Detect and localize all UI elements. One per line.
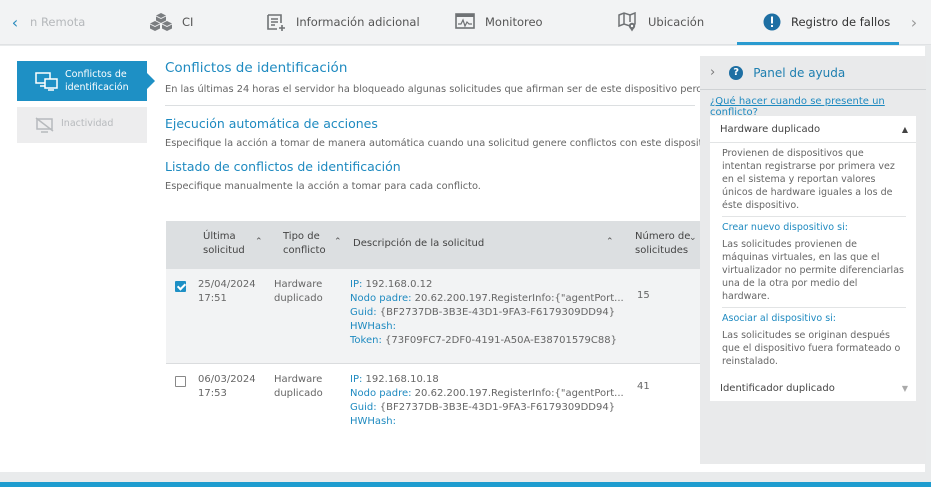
accordion-header[interactable]: Hardware duplicado ▲ <box>710 116 916 142</box>
row-guid: {BF2737DB-3B3E-43D1-9FA3-F6179309DD94} <box>379 402 616 413</box>
sort-up-icon[interactable]: ⌃ <box>606 237 614 247</box>
sort-down-icon[interactable]: ⌄ <box>689 233 697 243</box>
tab-monitoring-label: Monitoreo <box>485 15 543 29</box>
row-type: Hardware duplicado <box>274 279 323 304</box>
col-count[interactable]: Número de solicitudes <box>635 230 691 258</box>
field-label: IP: <box>350 279 363 290</box>
tab-failure-log[interactable]: Registro de fallos <box>763 0 890 44</box>
accordion-identifier-duplicated: Identificador duplicado ▼ <box>710 375 916 401</box>
tab-bar: ‹ n Remota CI Información adicional Moni… <box>0 0 931 45</box>
auto-actions-desc: Especifique la acción a tomar de manera … <box>165 138 720 149</box>
tab-remote-label: n Remota <box>30 15 86 29</box>
row-checkbox[interactable] <box>175 376 186 387</box>
tab-ci-label: CI <box>182 15 194 29</box>
tab-failure-log-label: Registro de fallos <box>791 15 891 29</box>
conflicts-table: Última solicitud ⌃ Tipo de conflicto ⌃ D… <box>166 221 706 429</box>
row-date: 06/03/2024 <box>198 374 256 385</box>
page-title: Conflictos de identificación <box>165 60 348 76</box>
boxes-icon <box>150 13 172 31</box>
help-header: › ? Panel de ayuda <box>700 56 926 90</box>
sidebar: Conflictos de identificación Inactividad <box>17 61 155 143</box>
intro-text: En las últimas 24 horas el servidor ha b… <box>165 84 743 95</box>
accordion-header[interactable]: Identificador duplicado ▼ <box>710 375 916 401</box>
collapse-panel-icon[interactable]: › <box>710 65 715 80</box>
row-count: 15 <box>637 290 650 301</box>
conflict-list-title: Listado de conflictos de identificación <box>165 159 401 174</box>
tabs-scroll-right-icon[interactable]: › <box>903 0 925 44</box>
content-area: Conflictos de identificación En las últi… <box>165 60 743 192</box>
collapse-triangle-icon[interactable]: ▲ <box>902 125 908 134</box>
row-checkbox[interactable] <box>175 281 186 292</box>
monitor-conflict-icon <box>35 71 59 91</box>
row-ip: 192.168.0.12 <box>365 279 433 290</box>
help-panel: › ? Panel de ayuda ¿Qué hacer cuando se … <box>700 56 926 464</box>
field-label: Guid: <box>350 402 377 413</box>
row-type: Hardware duplicado <box>274 374 323 399</box>
map-pin-icon <box>618 12 638 32</box>
auto-actions-title: Ejecución automática de acciones <box>165 116 378 131</box>
field-label: IP: <box>350 374 363 385</box>
tab-additional-info[interactable]: Información adicional <box>266 0 420 44</box>
field-label: Token: <box>350 335 382 346</box>
active-tab-indicator <box>737 42 899 45</box>
help-title: Panel de ayuda <box>753 65 846 80</box>
row-description: IP: 192.168.0.12 Nodo padre: 20.62.200.1… <box>350 278 624 348</box>
expand-triangle-icon[interactable]: ▼ <box>902 384 908 393</box>
row-time: 17:51 <box>198 293 227 304</box>
sidebar-item-identification-conflicts[interactable]: Conflictos de identificación <box>17 61 155 101</box>
tab-location-label: Ubicación <box>648 15 705 29</box>
help-paragraph: Las solicitudes se originan después que … <box>722 330 901 367</box>
row-time: 17:53 <box>198 388 227 399</box>
help-paragraph: Las solicitudes provienen de máquinas vi… <box>722 238 906 308</box>
col-last-request[interactable]: Última solicitud <box>203 230 251 258</box>
field-label: Guid: <box>350 307 377 318</box>
accordion-hardware-duplicated: Hardware duplicado ▲ Provienen de dispos… <box>710 116 916 382</box>
tab-monitoring[interactable]: Monitoreo <box>455 0 543 44</box>
monitor-icon <box>455 13 475 31</box>
sidebar-item-label: Inactividad <box>61 118 114 129</box>
bottom-accent-bar <box>0 482 931 487</box>
field-label: HWHash: <box>350 321 396 332</box>
row-count: 41 <box>637 381 650 392</box>
row-description: IP: 192.168.10.18 Nodo padre: 20.62.200.… <box>350 373 624 429</box>
field-label: HWHash: <box>350 416 396 427</box>
divider <box>165 105 695 106</box>
table-header: Última solicitud ⌃ Tipo de conflicto ⌃ D… <box>166 221 706 269</box>
table-row[interactable]: 06/03/2024 17:53 Hardware duplicado IP: … <box>166 364 706 429</box>
help-link-create[interactable]: Crear nuevo dispositivo si: <box>722 221 906 234</box>
sidebar-item-inactivity[interactable]: Inactividad <box>17 107 147 143</box>
tabs-scroll-left-icon[interactable]: ‹ <box>4 0 26 44</box>
sort-up-icon[interactable]: ⌃ <box>255 237 263 247</box>
field-label: Nodo padre: <box>350 293 412 304</box>
accordion-title: Hardware duplicado <box>720 123 821 135</box>
col-description[interactable]: Descripción de la solicitud <box>353 237 484 251</box>
sort-up-icon[interactable]: ⌃ <box>334 237 342 247</box>
row-date-cell: 06/03/2024 17:53 <box>198 373 256 401</box>
row-ip: 192.168.10.18 <box>365 374 439 385</box>
row-token: {73F09FC7-2DF0-4191-A50A-E38701579C88} <box>385 335 617 346</box>
row-parent: 20.62.200.197.RegisterInfo:{"agentPort..… <box>414 388 624 399</box>
tab-ci[interactable]: CI <box>150 0 193 44</box>
alert-icon <box>763 13 781 31</box>
field-label: Nodo padre: <box>350 388 412 399</box>
row-guid: {BF2737DB-3B3E-43D1-9FA3-F6179309DD94} <box>379 307 616 318</box>
col-conflict-type[interactable]: Tipo de conflicto <box>283 230 327 258</box>
conflict-list-desc: Especifique manualmente la acción a toma… <box>165 181 481 192</box>
help-question-link[interactable]: ¿Qué hacer cuando se presente un conflic… <box>700 90 926 118</box>
accordion-title: Identificador duplicado <box>720 382 835 394</box>
row-parent: 20.62.200.197.RegisterInfo:{"agentPort..… <box>414 293 624 304</box>
row-date: 25/04/2024 <box>198 279 256 290</box>
add-info-icon <box>266 12 286 32</box>
inactive-monitor-icon <box>35 117 55 133</box>
help-icon: ? <box>729 65 744 80</box>
help-link-associate[interactable]: Asociar al dispositivo si: <box>722 312 906 325</box>
row-date-cell: 25/04/2024 17:51 <box>198 278 256 306</box>
table-row[interactable]: 25/04/2024 17:51 Hardware duplicado IP: … <box>166 269 706 364</box>
tab-remote[interactable]: n Remota <box>30 0 85 44</box>
tab-additional-info-label: Información adicional <box>296 15 420 29</box>
tab-location[interactable]: Ubicación <box>618 0 704 44</box>
help-paragraph: Provienen de dispositivos que intentan r… <box>722 147 906 217</box>
sidebar-item-label: Conflictos de identificación <box>65 69 129 93</box>
accordion-body: Provienen de dispositivos que intentan r… <box>710 142 916 382</box>
